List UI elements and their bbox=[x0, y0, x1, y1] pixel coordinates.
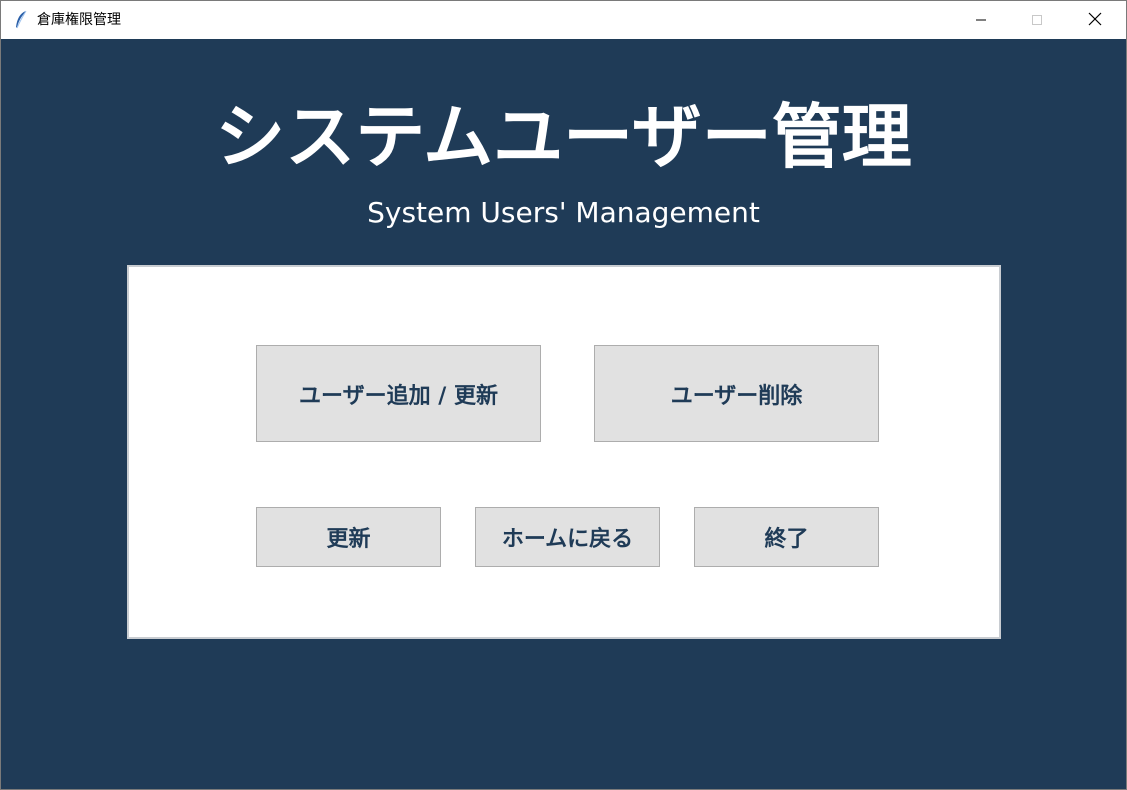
minimize-button[interactable] bbox=[958, 1, 1004, 39]
delete-user-button[interactable]: ユーザー削除 bbox=[594, 345, 879, 442]
title-bar[interactable]: 倉庫権限管理 bbox=[1, 1, 1126, 39]
exit-button[interactable]: 終了 bbox=[694, 507, 879, 567]
add-update-user-button[interactable]: ユーザー追加 / 更新 bbox=[256, 345, 541, 442]
refresh-button[interactable]: 更新 bbox=[256, 507, 441, 567]
app-window: 倉庫権限管理 システムユーザー管理 System Users' Manageme… bbox=[0, 0, 1127, 790]
page-title: システムユーザー管理 bbox=[215, 96, 912, 178]
window-title: 倉庫権限管理 bbox=[37, 12, 121, 28]
page-subtitle: System Users' Management bbox=[367, 196, 760, 229]
maximize-icon bbox=[1031, 11, 1043, 30]
button-panel: ユーザー追加 / 更新 ユーザー削除 更新 ホームに戻る 終了 bbox=[127, 265, 1001, 639]
close-button[interactable] bbox=[1072, 1, 1118, 39]
home-button[interactable]: ホームに戻る bbox=[475, 507, 660, 567]
minimize-icon bbox=[975, 11, 987, 30]
feather-icon bbox=[13, 10, 29, 30]
close-icon bbox=[1088, 11, 1102, 30]
maximize-button[interactable] bbox=[1014, 1, 1060, 39]
